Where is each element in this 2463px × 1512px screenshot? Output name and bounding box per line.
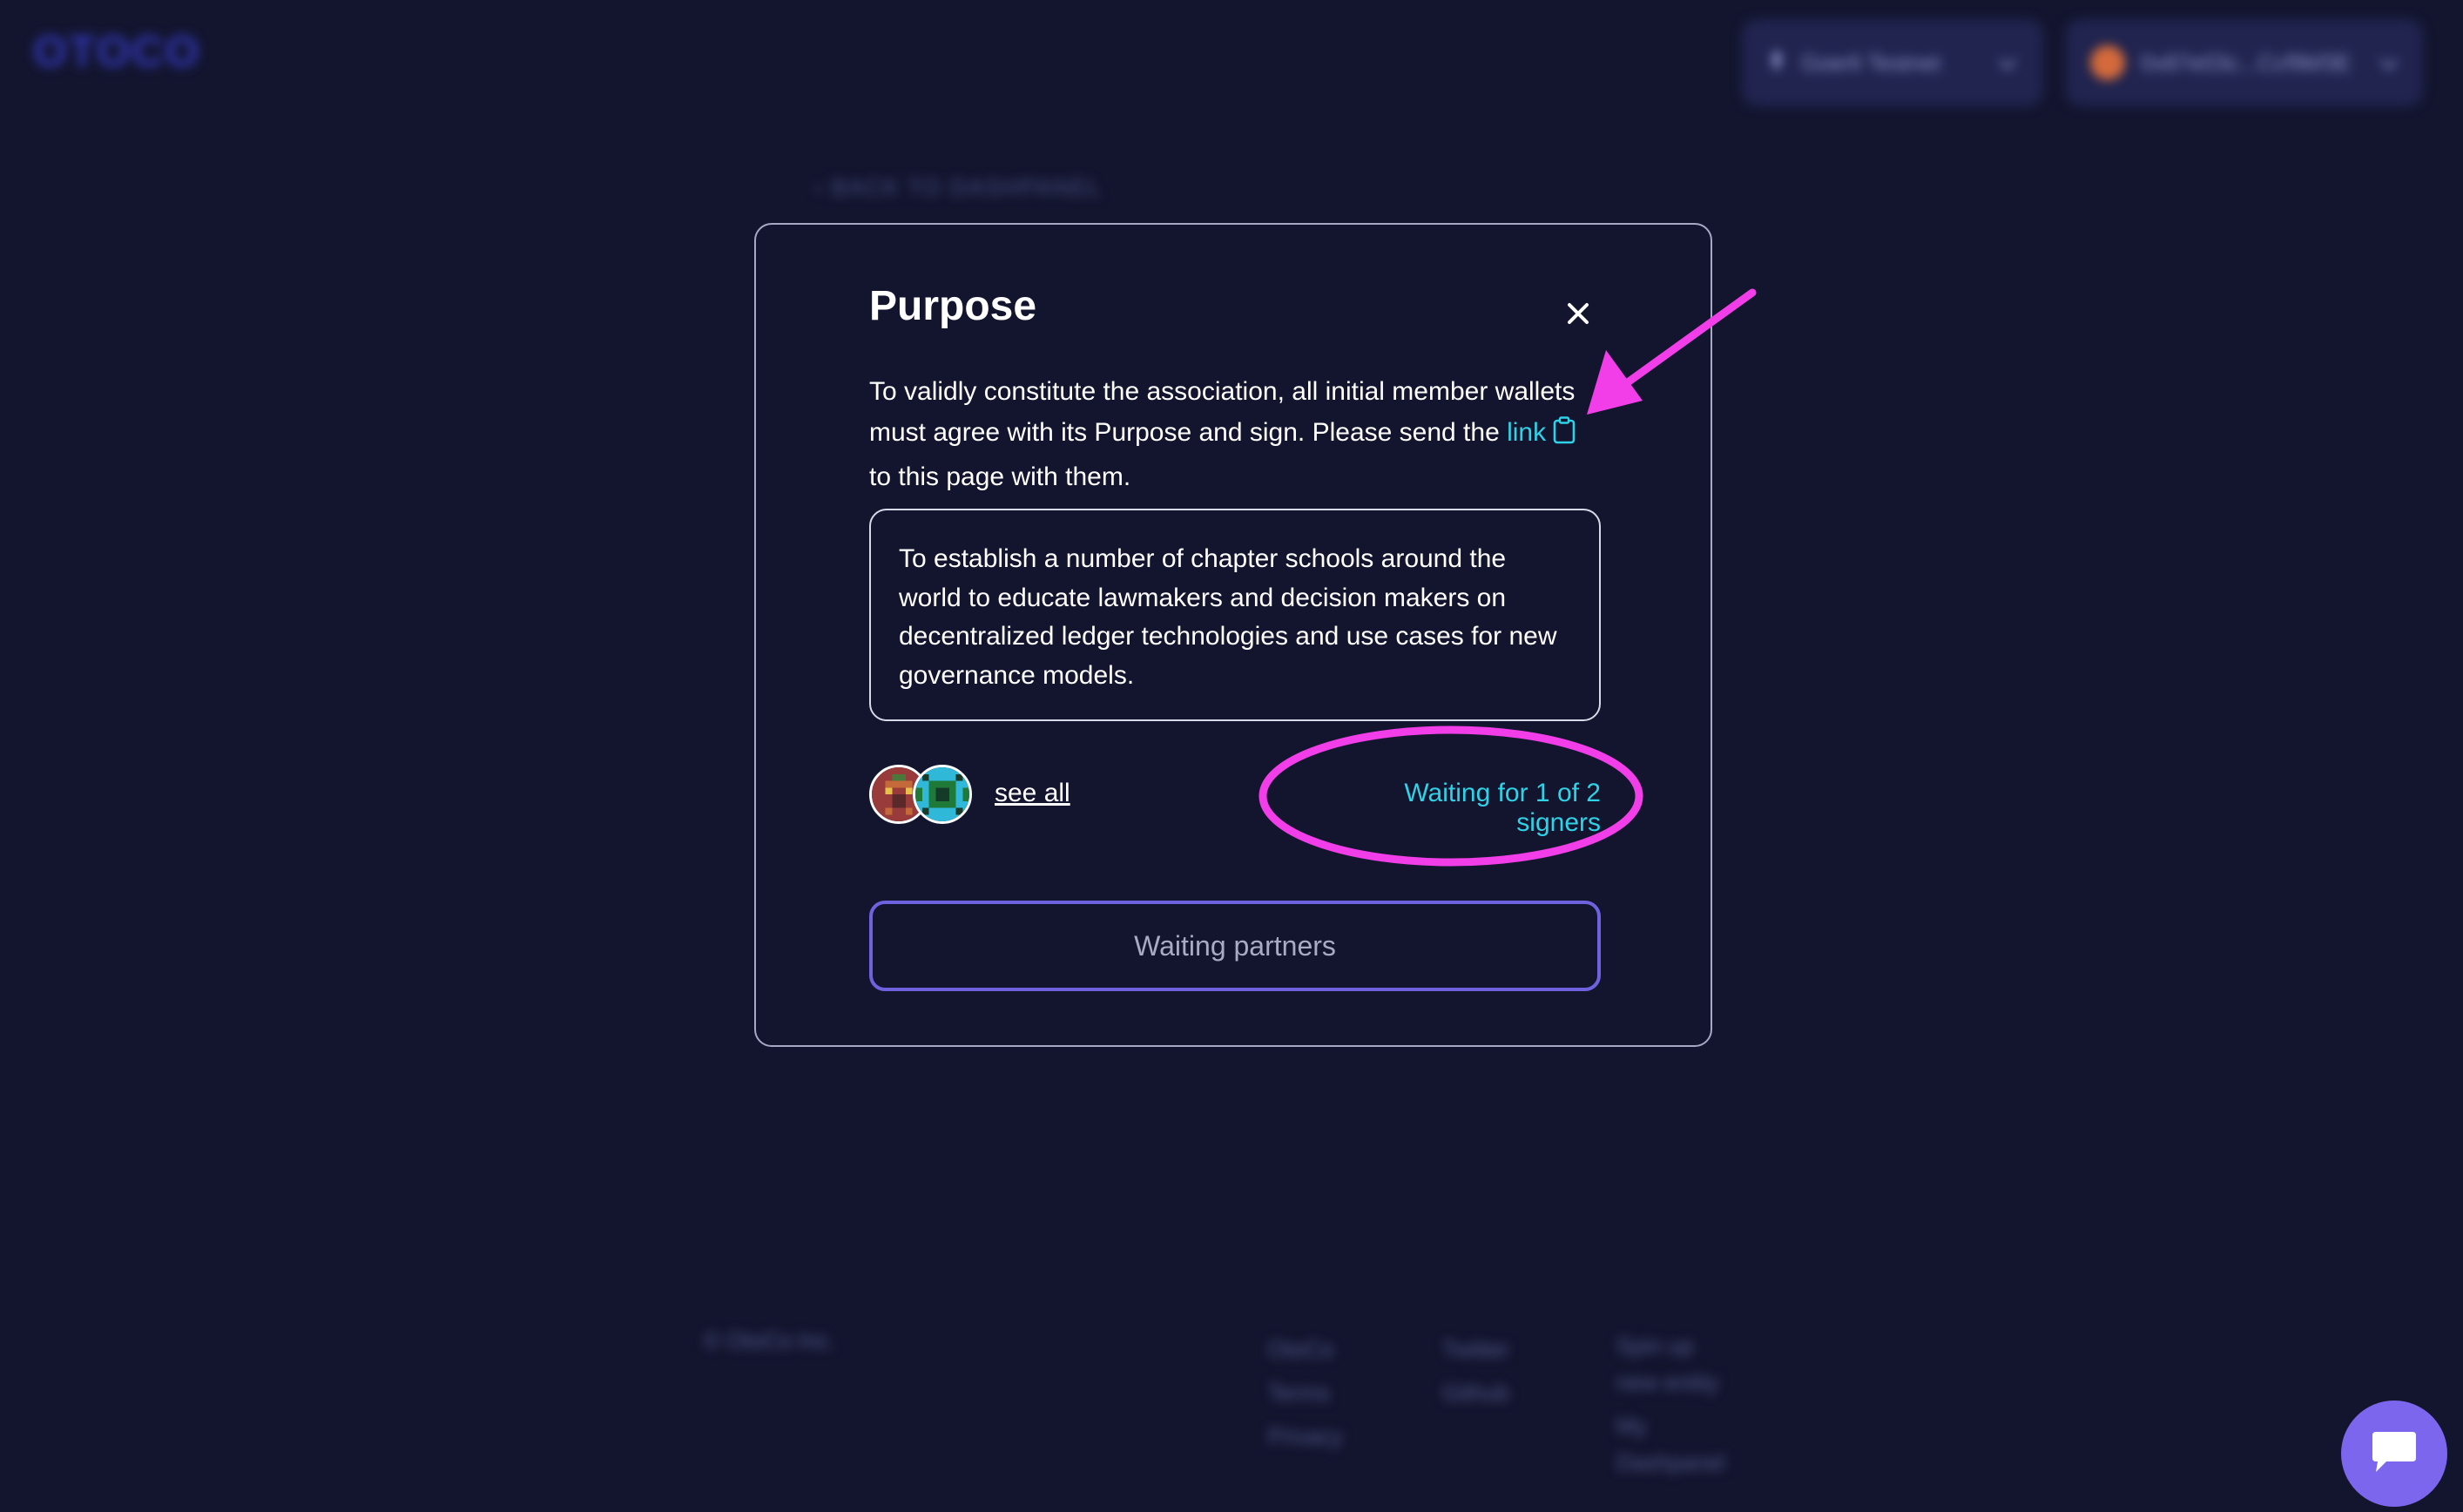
chat-icon	[2372, 1432, 2416, 1472]
close-button[interactable]	[1559, 294, 1597, 333]
chat-widget-button[interactable]	[2341, 1401, 2447, 1507]
footer-link-spin-up-line2[interactable]: new entity	[1616, 1364, 1724, 1401]
signer-avatars[interactable]	[869, 765, 974, 824]
chevron-down-icon	[1998, 50, 2017, 77]
footer-link-spin-up-line1[interactable]: Spin up	[1616, 1327, 1724, 1364]
close-icon	[1568, 303, 1589, 324]
see-all-signers-link[interactable]: see all	[995, 779, 1070, 808]
footer-copyright: © OtoCo Inc.	[704, 1327, 835, 1353]
network-selector[interactable]: Goerli Testnet	[1742, 19, 2043, 106]
footer-link-dashpanel-line1[interactable]: My	[1616, 1407, 1724, 1444]
footer-link-otoco[interactable]: OtoCo	[1268, 1327, 1342, 1371]
footer-link-terms[interactable]: Terms	[1268, 1371, 1342, 1414]
footer-link-github[interactable]: Github	[1442, 1371, 1509, 1414]
back-to-dashpanel-link[interactable]: ‹ BACK TO DASHPANEL	[814, 174, 1102, 201]
purpose-statement-box: To establish a number of chapter schools…	[869, 509, 1601, 721]
footer-column-3: Spin up new entity My Dashpanel	[1616, 1327, 1724, 1481]
purpose-modal: Purpose To validly constitute the associ…	[754, 223, 1712, 1047]
clipboard-icon[interactable]	[1553, 415, 1576, 456]
intro-text: To validly constitute the association, a…	[869, 371, 1618, 497]
footer-link-twitter[interactable]: Twitter	[1442, 1327, 1509, 1371]
chevron-left-icon: ‹	[814, 174, 824, 200]
signers-status: Waiting for 1 of 2 signers	[1404, 779, 1601, 837]
otoco-logo: OTOCO	[33, 27, 201, 76]
back-link-label: BACK TO DASHPANEL	[831, 174, 1102, 200]
intro-text-before: To validly constitute the association, a…	[869, 377, 1576, 447]
network-icon	[1768, 47, 1785, 79]
app-root: OTOCO Goerli Testnet 0x87e03c...Ccf9bf3E…	[0, 0, 2463, 1512]
wallet-selector[interactable]: 0x87e03c...Ccf9bf3E	[2066, 19, 2423, 106]
waiting-partners-button[interactable]: Waiting partners	[869, 901, 1601, 991]
footer-column-1: OtoCo Terms Privacy	[1268, 1327, 1342, 1458]
intro-text-after: to this page with them.	[869, 462, 1131, 491]
modal-title: Purpose	[869, 283, 1037, 329]
wallet-address: 0x87e03c...Ccf9bf3E	[2141, 49, 2352, 76]
footer-link-privacy[interactable]: Privacy	[1268, 1414, 1342, 1458]
signer-avatar-2	[913, 765, 972, 824]
chevron-down-icon	[2379, 50, 2399, 77]
wallet-avatar	[2090, 45, 2125, 80]
share-link[interactable]: link	[1507, 418, 1546, 447]
footer-link-dashpanel-line2[interactable]: Dashpanel	[1616, 1444, 1724, 1481]
network-label: Goerli Testnet	[1801, 49, 1940, 76]
footer-column-2: Twitter Github	[1442, 1327, 1509, 1414]
